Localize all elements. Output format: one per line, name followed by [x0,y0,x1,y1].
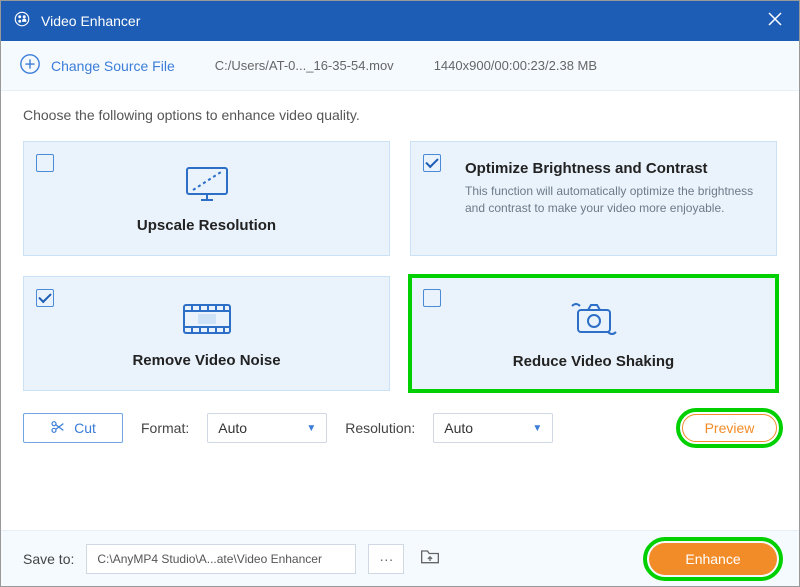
open-folder-button[interactable] [416,545,444,573]
card-title: Optimize Brightness and Contrast [465,160,708,177]
card-reduce-shaking[interactable]: Reduce Video Shaking [410,276,777,391]
folder-icon [420,547,440,570]
plus-icon [19,53,41,78]
enhance-button[interactable]: Enhance [649,543,777,575]
card-upscale-resolution[interactable]: Upscale Resolution [23,141,390,256]
format-label: Format: [141,420,189,436]
source-toolbar: Change Source File C:/Users/AT-0..._16-3… [1,41,799,91]
resolution-value: Auto [444,420,473,436]
browse-button[interactable]: ··· [368,544,404,574]
resolution-label: Resolution: [345,420,415,436]
save-to-label: Save to: [23,551,74,567]
card-title: Remove Video Noise [132,352,280,369]
content-area: Choose the following options to enhance … [1,91,799,453]
checkbox-noise[interactable] [36,289,54,307]
source-file-meta: 1440x900/00:00:23/2.38 MB [434,58,597,73]
camera-icon [564,298,624,345]
window: Video Enhancer Change Source File C:/Use… [0,0,800,587]
scissors-icon [50,419,66,438]
footer: Save to: C:\AnyMP4 Studio\A...ate\Video … [1,530,799,586]
checkbox-shaking[interactable] [423,289,441,307]
format-select[interactable]: Auto ▼ [207,413,327,443]
checkbox-brightness[interactable] [423,154,441,172]
cut-label: Cut [74,420,96,436]
card-title: Upscale Resolution [137,217,276,234]
save-path-value: C:\AnyMP4 Studio\A...ate\Video Enhancer [97,552,322,566]
card-optimize-brightness[interactable]: Optimize Brightness and Contrast This fu… [410,141,777,256]
format-value: Auto [218,420,247,436]
source-file-path: C:/Users/AT-0..._16-35-54.mov [215,58,394,73]
window-title: Video Enhancer [41,13,763,29]
cut-button[interactable]: Cut [23,413,123,443]
palette-icon [13,10,31,33]
preview-button[interactable]: Preview [682,414,777,442]
change-source-button[interactable]: Change Source File [19,53,175,78]
card-remove-noise[interactable]: Remove Video Noise [23,276,390,391]
filmstrip-icon [180,299,234,344]
preview-label: Preview [705,420,755,436]
change-source-label: Change Source File [51,58,175,74]
resolution-select[interactable]: Auto ▼ [433,413,553,443]
monitor-icon [181,164,233,209]
close-button[interactable] [763,7,787,36]
save-path-field[interactable]: C:\AnyMP4 Studio\A...ate\Video Enhancer [86,544,356,574]
controls-row: Cut Format: Auto ▼ Resolution: Auto ▼ Pr… [23,413,777,443]
chevron-down-icon: ▼ [306,423,316,434]
enhance-label: Enhance [685,551,740,567]
card-description: This function will automatically optimiz… [465,183,758,217]
instruction-text: Choose the following options to enhance … [23,107,777,123]
checkbox-upscale[interactable] [36,154,54,172]
card-title: Reduce Video Shaking [513,353,674,370]
dots-label: ··· [379,551,393,567]
options-grid: Upscale Resolution Optimize Brightness a… [23,141,777,391]
chevron-down-icon: ▼ [532,423,542,434]
titlebar: Video Enhancer [1,1,799,41]
